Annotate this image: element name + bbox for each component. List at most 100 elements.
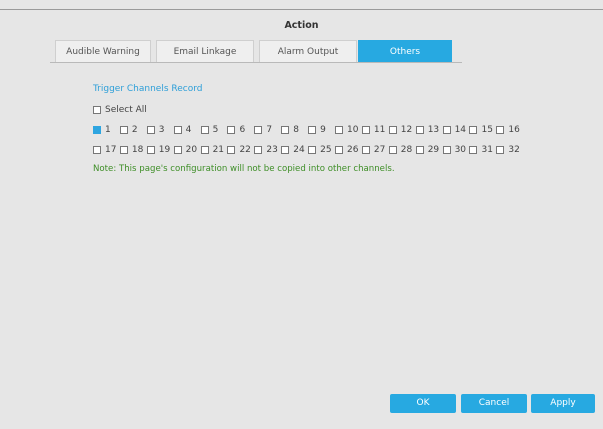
channel-label: 27	[373, 145, 386, 155]
channel-29-checkbox[interactable]: 29	[415, 145, 443, 155]
channel-32-checkbox[interactable]: 32	[496, 145, 523, 155]
checkbox-icon[interactable]	[200, 146, 209, 154]
checkbox-icon[interactable]	[93, 106, 101, 114]
checkbox-icon[interactable]	[93, 146, 101, 154]
checkbox-icon[interactable]	[335, 146, 344, 154]
tab-email-linkage[interactable]: Email Linkage	[156, 40, 254, 62]
channel-label: 9	[320, 125, 326, 135]
channel-17-checkbox[interactable]: 17	[93, 145, 120, 155]
section-title: Trigger Channels Record	[93, 84, 203, 94]
channel-label: 30	[454, 145, 467, 155]
checkbox-icon[interactable]	[254, 126, 263, 134]
channel-11-checkbox[interactable]: 11	[361, 125, 389, 135]
channel-label: 26	[347, 145, 359, 155]
channel-3-checkbox[interactable]: 3	[146, 125, 174, 135]
checkbox-icon[interactable]	[119, 146, 128, 154]
channel-6-checkbox[interactable]: 6	[227, 125, 254, 135]
ok-button[interactable]: OK	[390, 394, 456, 413]
channel-25-checkbox[interactable]: 25	[308, 145, 335, 155]
channel-22-checkbox[interactable]: 22	[227, 145, 254, 155]
channel-18-checkbox[interactable]: 18	[119, 145, 147, 155]
channel-9-checkbox[interactable]: 9	[308, 125, 335, 135]
checkbox-icon[interactable]	[469, 126, 478, 134]
channel-23-checkbox[interactable]: 23	[254, 145, 281, 155]
checkbox-icon[interactable]	[119, 126, 128, 134]
channel-label: 28	[400, 145, 413, 155]
checkbox-icon[interactable]	[308, 126, 317, 134]
channel-label: 10	[347, 125, 359, 135]
channel-16-checkbox[interactable]: 16	[496, 125, 523, 135]
checkbox-icon[interactable]	[415, 146, 424, 154]
channel-label: 17	[105, 145, 117, 155]
checkbox-icon[interactable]	[335, 126, 344, 134]
checkbox-icon[interactable]	[146, 126, 155, 134]
channel-24-checkbox[interactable]: 24	[281, 145, 308, 155]
checkbox-icon[interactable]	[227, 126, 236, 134]
checkbox-icon[interactable]	[254, 146, 263, 154]
channel-2-checkbox[interactable]: 2	[119, 125, 147, 135]
channel-20-checkbox[interactable]: 20	[173, 145, 201, 155]
checkbox-icon[interactable]	[308, 146, 317, 154]
channel-label: 24	[293, 145, 305, 155]
channel-12-checkbox[interactable]: 12	[388, 125, 416, 135]
channel-10-checkbox[interactable]: 10	[335, 125, 362, 135]
channel-label: 19	[158, 145, 171, 155]
channel-15-checkbox[interactable]: 15	[469, 125, 496, 135]
checkbox-icon[interactable]	[388, 146, 397, 154]
channel-1-checkbox[interactable]: 1	[93, 125, 120, 135]
channel-label: 29	[427, 145, 440, 155]
checkbox-icon[interactable]	[227, 146, 236, 154]
channel-31-checkbox[interactable]: 31	[469, 145, 496, 155]
channel-4-checkbox[interactable]: 4	[173, 125, 201, 135]
channel-21-checkbox[interactable]: 21	[200, 145, 228, 155]
channel-30-checkbox[interactable]: 30	[442, 145, 470, 155]
checkbox-icon[interactable]	[442, 146, 451, 154]
channel-8-checkbox[interactable]: 8	[281, 125, 308, 135]
channel-label: 13	[427, 125, 440, 135]
tab-alarm-output[interactable]: Alarm Output	[259, 40, 357, 62]
checkbox-icon[interactable]	[442, 126, 451, 134]
select-all-row: Select All	[93, 105, 147, 115]
channel-label: 31	[481, 145, 493, 155]
channel-27-checkbox[interactable]: 27	[361, 145, 389, 155]
checkbox-icon[interactable]	[415, 126, 424, 134]
checkbox-icon[interactable]	[361, 126, 370, 134]
channel-label: 21	[212, 145, 225, 155]
checkbox-icon[interactable]	[388, 126, 397, 134]
checkbox-icon[interactable]	[469, 146, 478, 154]
checkbox-icon[interactable]	[93, 126, 101, 134]
tab-audible-warning[interactable]: Audible Warning	[55, 40, 151, 62]
channel-label: 5	[212, 125, 219, 135]
channel-5-checkbox[interactable]: 5	[200, 125, 228, 135]
checkbox-icon[interactable]	[496, 146, 505, 154]
checkbox-icon[interactable]	[173, 126, 182, 134]
channel-label: 6	[239, 125, 246, 135]
channel-label: 3	[158, 125, 165, 135]
channel-label: 8	[293, 125, 299, 135]
checkbox-icon[interactable]	[173, 146, 182, 154]
channel-label: 18	[131, 145, 144, 155]
channel-26-checkbox[interactable]: 26	[335, 145, 362, 155]
channel-7-checkbox[interactable]: 7	[254, 125, 281, 135]
select-all-checkbox[interactable]: Select All	[93, 105, 147, 115]
checkbox-icon[interactable]	[200, 126, 209, 134]
channel-28-checkbox[interactable]: 28	[388, 145, 416, 155]
channel-13-checkbox[interactable]: 13	[415, 125, 443, 135]
channel-label: 4	[185, 125, 192, 135]
tab-others[interactable]: Others	[358, 40, 452, 62]
channel-label: 23	[266, 145, 278, 155]
cancel-button[interactable]: Cancel	[461, 394, 527, 413]
channel-19-checkbox[interactable]: 19	[146, 145, 174, 155]
apply-button[interactable]: Apply	[531, 394, 595, 413]
channel-14-checkbox[interactable]: 14	[442, 125, 470, 135]
checkbox-icon[interactable]	[361, 146, 370, 154]
config-note: Note: This page's configuration will not…	[93, 164, 395, 174]
checkbox-icon[interactable]	[281, 146, 290, 154]
channel-label: 15	[481, 125, 493, 135]
channel-label: 11	[373, 125, 386, 135]
checkbox-icon[interactable]	[281, 126, 290, 134]
channel-row-1: 1 2 3 4 5 6 7 8 9 10 11 12 13 14 15 16	[93, 125, 523, 135]
checkbox-icon[interactable]	[146, 146, 155, 154]
checkbox-icon[interactable]	[496, 126, 505, 134]
channel-label: 7	[266, 125, 273, 135]
